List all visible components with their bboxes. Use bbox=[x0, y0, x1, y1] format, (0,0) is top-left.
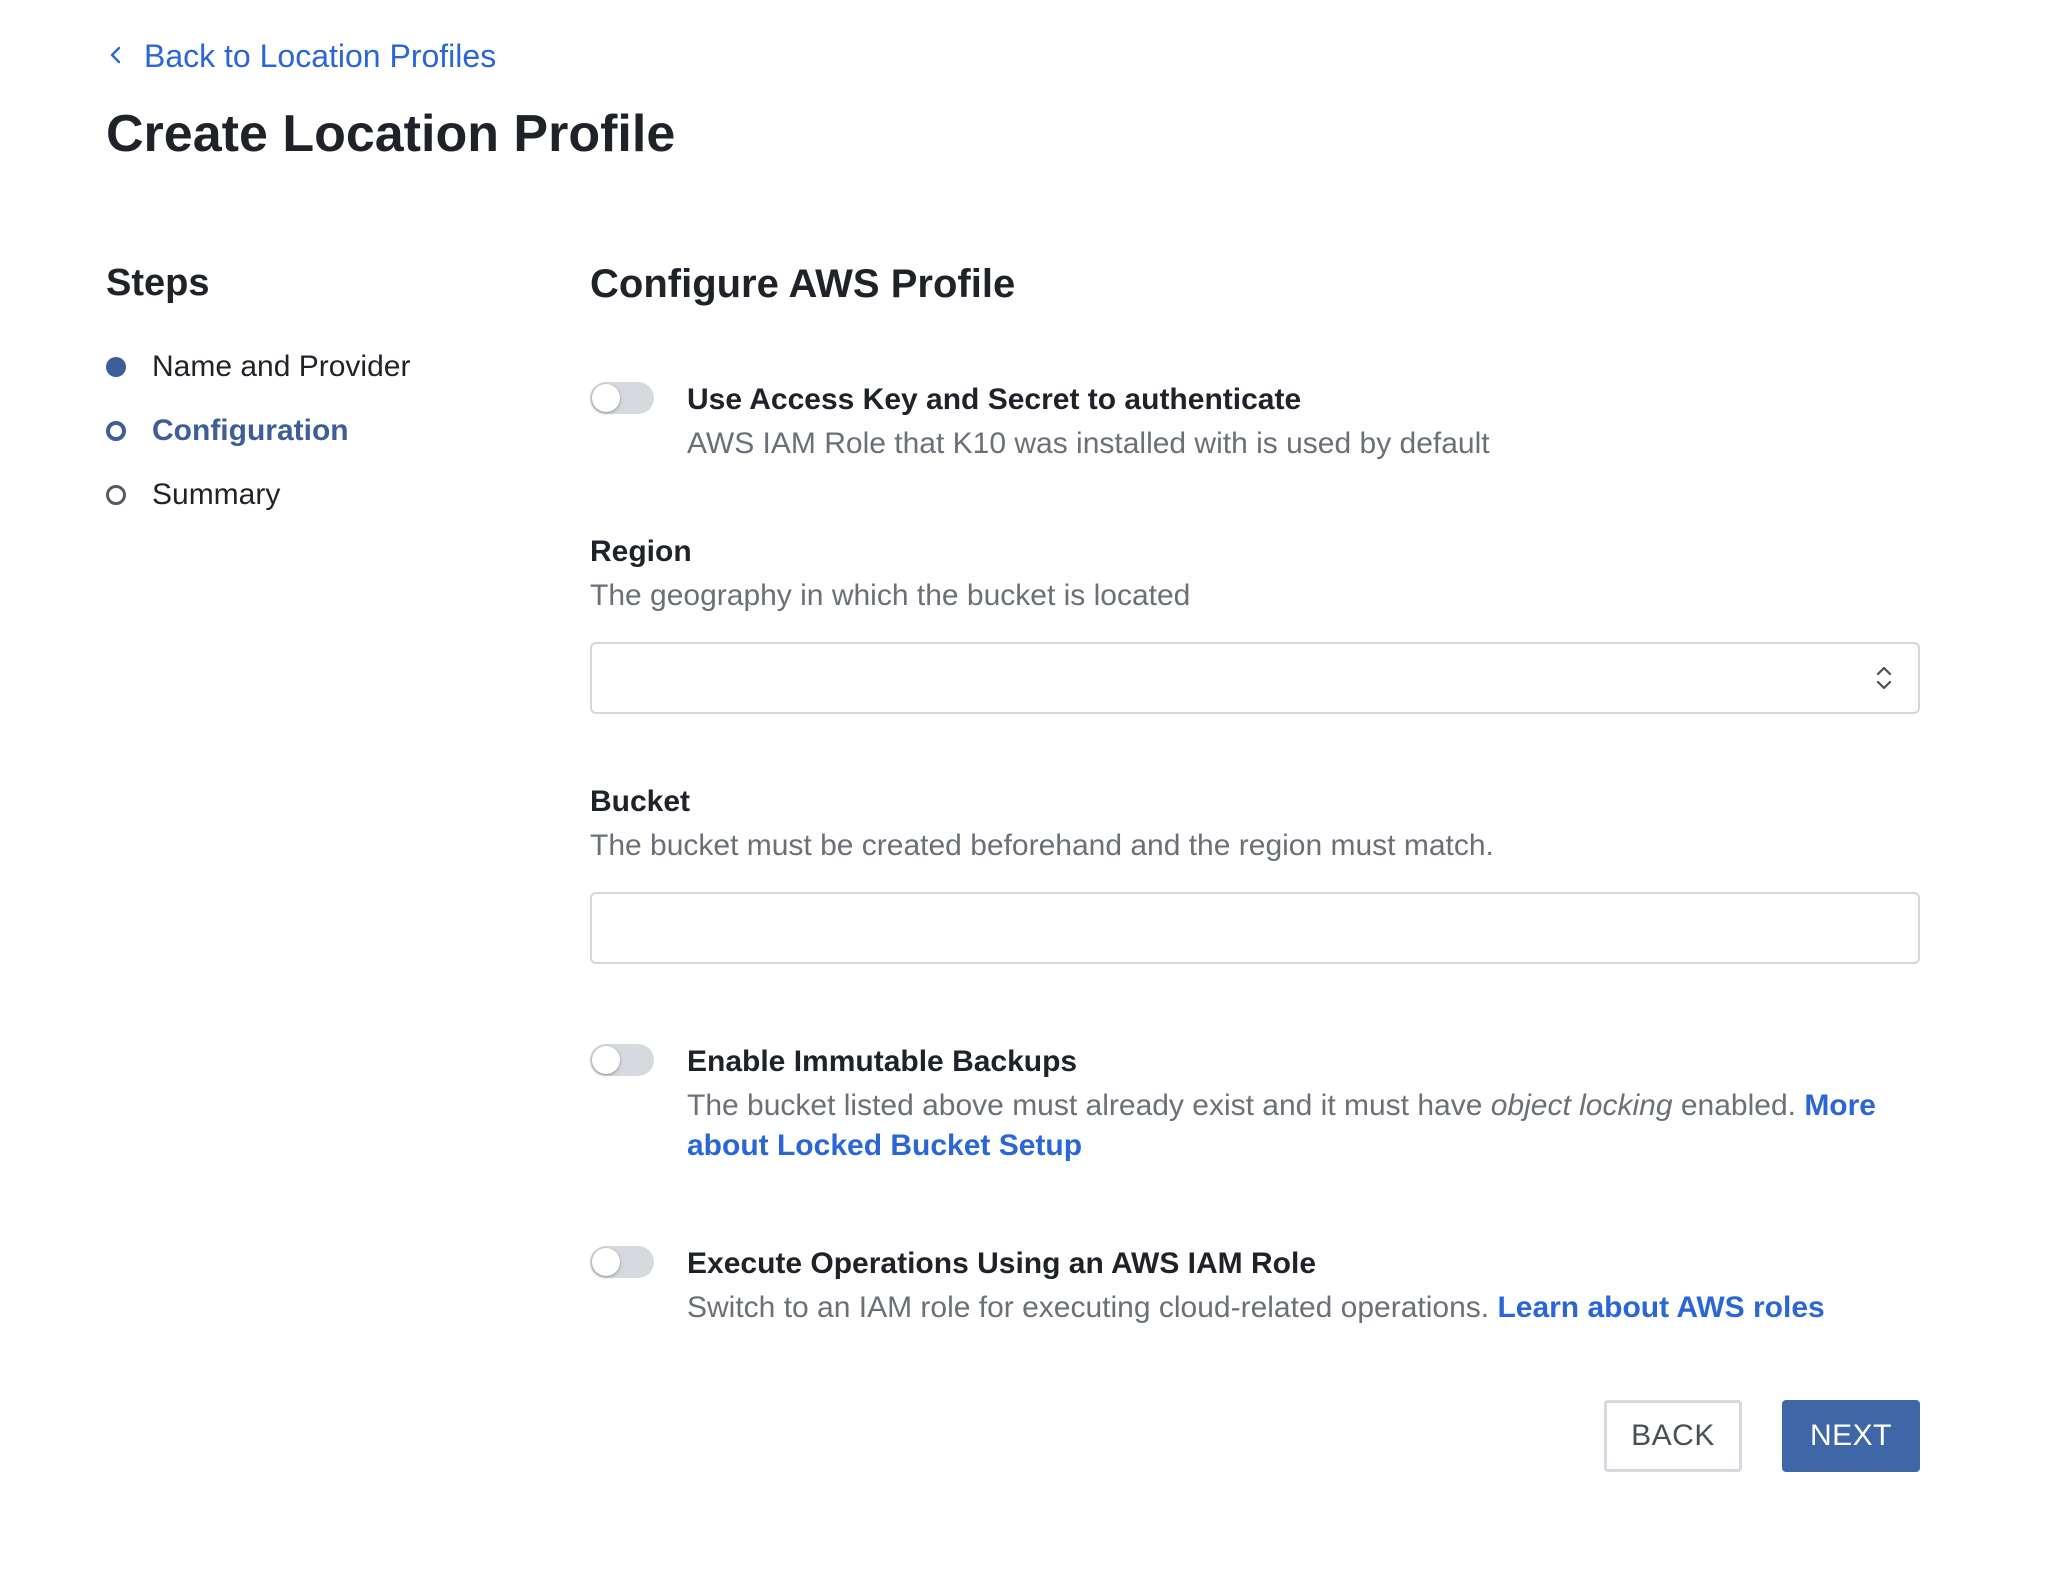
learn-aws-roles-link[interactable]: Learn about AWS roles bbox=[1497, 1291, 1824, 1324]
iam-role-toggle[interactable] bbox=[590, 1246, 654, 1278]
section-title: Configure AWS Profile bbox=[590, 262, 1016, 306]
immutable-backups-toggle[interactable] bbox=[590, 1044, 654, 1076]
region-select[interactable] bbox=[590, 642, 1920, 714]
toggle-knob bbox=[592, 1046, 620, 1074]
iam-role-label: Execute Operations Using an AWS IAM Role bbox=[687, 1247, 1317, 1280]
toggle-knob bbox=[592, 1248, 620, 1276]
object-locking-emphasis: object locking bbox=[1490, 1089, 1673, 1122]
configure-aws-profile-form: Configure AWS Profile Use Access Key and… bbox=[590, 262, 1920, 1472]
access-key-toggle-description: AWS IAM Role that K10 was installed with… bbox=[687, 427, 1490, 460]
steps-heading: Steps bbox=[106, 262, 210, 304]
step-name-and-provider: Name and Provider bbox=[106, 335, 526, 399]
step-label: Name and Provider bbox=[152, 350, 411, 383]
step-complete-icon bbox=[106, 357, 126, 377]
select-updown-arrows-icon bbox=[1874, 662, 1894, 694]
immutable-backups-toggle-row: Enable Immutable Backups The bucket list… bbox=[590, 1042, 1927, 1166]
step-current-icon bbox=[106, 421, 126, 441]
immutable-backups-description: The bucket listed above must already exi… bbox=[687, 1086, 1927, 1166]
chevron-left-icon bbox=[106, 38, 138, 75]
steps-panel: Steps Name and Provider Configuration Su… bbox=[106, 262, 526, 527]
immutable-backups-label: Enable Immutable Backups bbox=[687, 1045, 1078, 1078]
step-pending-icon bbox=[106, 485, 126, 505]
step-label: Configuration bbox=[152, 414, 349, 447]
toggle-knob bbox=[592, 384, 620, 412]
step-label: Summary bbox=[152, 478, 281, 511]
region-field: Region The geography in which the bucket… bbox=[590, 532, 1920, 714]
iam-role-description: Switch to an IAM role for executing clou… bbox=[687, 1288, 1917, 1328]
next-button[interactable]: NEXT bbox=[1782, 1400, 1920, 1472]
step-configuration: Configuration bbox=[106, 399, 526, 463]
back-link-label: Back to Location Profiles bbox=[144, 38, 497, 74]
bucket-label: Bucket bbox=[590, 785, 691, 818]
form-actions: BACK NEXT bbox=[1604, 1400, 1920, 1472]
back-to-location-profiles-link[interactable]: Back to Location Profiles bbox=[106, 38, 496, 75]
page-title: Create Location Profile bbox=[106, 105, 676, 163]
access-key-toggle[interactable] bbox=[590, 382, 654, 414]
description-text: The bucket listed above must already exi… bbox=[687, 1089, 1491, 1122]
region-label: Region bbox=[590, 535, 692, 568]
bucket-input[interactable] bbox=[590, 892, 1920, 964]
bucket-description: The bucket must be created beforehand an… bbox=[590, 829, 1494, 862]
access-key-toggle-row: Use Access Key and Secret to authenticat… bbox=[590, 380, 1917, 464]
bucket-field: Bucket The bucket must be created before… bbox=[590, 782, 1920, 964]
iam-role-toggle-row: Execute Operations Using an AWS IAM Role… bbox=[590, 1244, 1917, 1328]
description-text: enabled. bbox=[1672, 1089, 1805, 1122]
region-description: The geography in which the bucket is loc… bbox=[590, 579, 1191, 612]
access-key-toggle-label: Use Access Key and Secret to authenticat… bbox=[687, 383, 1302, 416]
step-summary: Summary bbox=[106, 463, 526, 527]
description-text: Switch to an IAM role for executing clou… bbox=[687, 1291, 1498, 1324]
back-button[interactable]: BACK bbox=[1604, 1400, 1742, 1472]
